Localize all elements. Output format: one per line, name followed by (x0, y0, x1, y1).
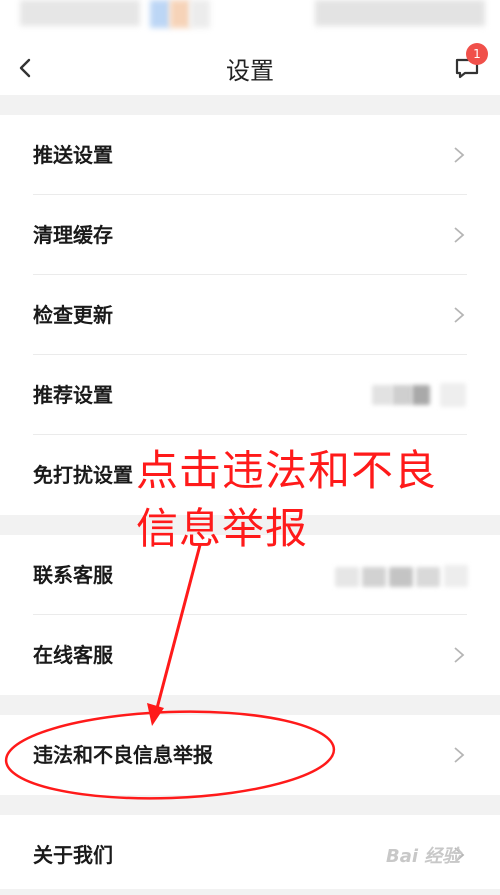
settings-item-label: 检查更新 (33, 303, 113, 327)
nav-header: 设置 1 (0, 40, 500, 95)
status-blur (315, 0, 485, 26)
blurred-value (412, 385, 430, 405)
settings-item-label: 清理缓存 (33, 223, 113, 247)
blurred-value (372, 385, 392, 405)
blurred-value (392, 385, 412, 405)
settings-item-recommend[interactable]: 推荐设置 (0, 355, 500, 435)
settings-item-push[interactable]: 推送设置 (0, 115, 500, 195)
chevron-right-icon (454, 227, 465, 243)
settings-item-label: 推荐设置 (33, 383, 113, 407)
chevron-right-icon (454, 147, 465, 163)
settings-item-label: 违法和不良信息举报 (33, 743, 213, 767)
settings-item-check-update[interactable]: 检查更新 (0, 275, 500, 355)
blurred-value (440, 383, 466, 407)
settings-item-clear-cache[interactable]: 清理缓存 (0, 195, 500, 275)
settings-group-service: 联系客服 在线客服 (0, 535, 500, 695)
annotation-line-2: 信息举报 (136, 504, 309, 553)
blurred-value (444, 565, 468, 587)
blurred-value (416, 567, 440, 587)
status-blur (150, 0, 170, 28)
settings-item-label: 免打扰设置 (33, 463, 133, 487)
annotation-text: 点击违法和不良 信息举报 (136, 442, 496, 558)
blurred-value (335, 567, 359, 587)
annotation-line-1: 点击违法和不良 (136, 446, 438, 495)
watermark: Bai 经验 (386, 846, 461, 867)
chevron-right-icon (454, 647, 465, 663)
settings-item-report-illegal[interactable]: 违法和不良信息举报 (0, 715, 500, 795)
page-title: 设置 (226, 57, 274, 85)
status-blur (170, 0, 190, 28)
settings-item-label: 推送设置 (33, 143, 113, 167)
settings-item-label: 在线客服 (33, 643, 113, 667)
settings-item-label: 联系客服 (33, 563, 113, 587)
blurred-value (389, 567, 413, 587)
status-blur (190, 0, 210, 28)
blurred-value (362, 567, 386, 587)
settings-item-online-service[interactable]: 在线客服 (0, 615, 500, 695)
settings-item-label: 关于我们 (33, 843, 113, 867)
notification-badge: 1 (466, 43, 488, 65)
chevron-right-icon (454, 307, 465, 323)
status-blur (20, 0, 140, 26)
status-bar (0, 0, 500, 40)
chevron-right-icon (454, 747, 465, 763)
settings-group-report: 违法和不良信息举报 (0, 715, 500, 795)
